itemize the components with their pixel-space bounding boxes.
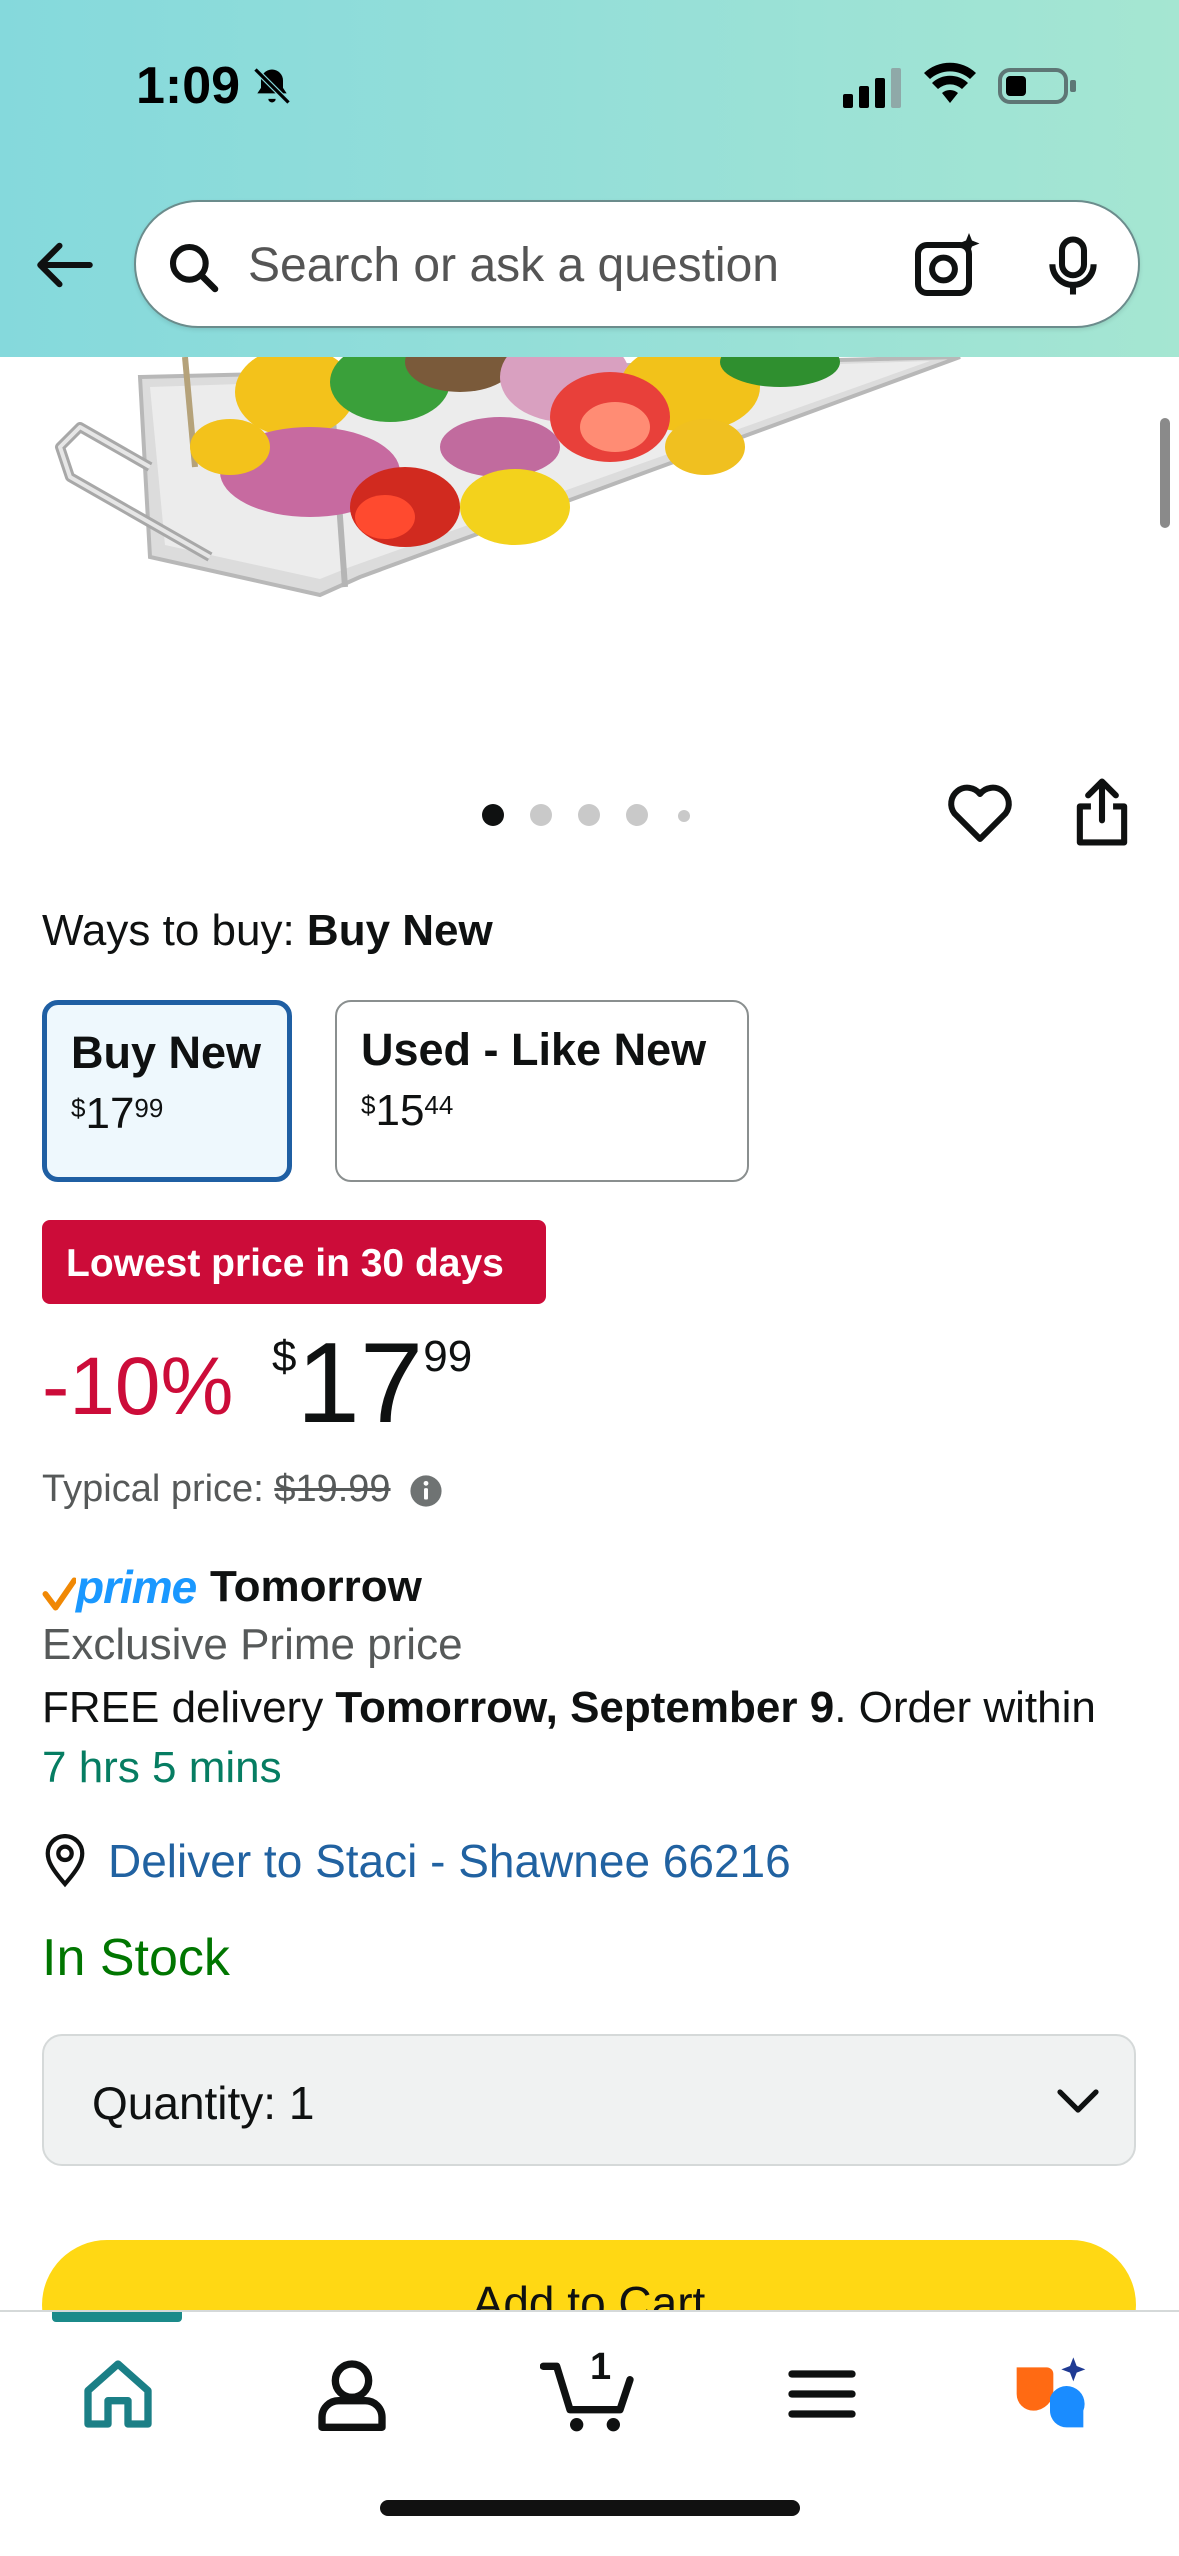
pagination-dot[interactable] xyxy=(530,804,552,826)
prime-logo: prime xyxy=(76,1561,197,1613)
chevron-down-icon xyxy=(1057,2089,1099,2113)
used-like-new-option[interactable]: Used - Like New $1544 xyxy=(335,1000,749,1182)
rufus-assistant-icon[interactable] xyxy=(1010,2354,1090,2434)
deal-badge: Lowest price in 30 days xyxy=(42,1220,546,1304)
menu-icon[interactable] xyxy=(782,2354,862,2434)
quantity-value: 1 xyxy=(288,2077,315,2129)
header: 1:09 Search or ask a question xyxy=(0,0,1179,357)
bottom-tab-bar: 1 xyxy=(0,2310,1179,2556)
product-photo xyxy=(55,357,961,598)
home-icon[interactable] xyxy=(78,2354,158,2434)
pagination-dot[interactable] xyxy=(678,810,690,822)
camera-lens-icon[interactable] xyxy=(912,230,984,302)
ways-to-buy-selected: Buy New xyxy=(306,906,493,955)
price-currency: $ xyxy=(272,1332,297,1381)
product-image[interactable] xyxy=(0,357,1179,757)
price-whole: 17 xyxy=(85,1089,135,1138)
pagination-dot[interactable] xyxy=(626,804,648,826)
back-arrow-icon[interactable] xyxy=(32,232,98,298)
price-fraction: 44 xyxy=(424,1090,454,1120)
search-icon xyxy=(169,243,219,293)
location-pin-icon xyxy=(45,1834,85,1888)
option-price: $1799 xyxy=(71,1089,263,1139)
quantity-label: Quantity: 1 xyxy=(92,2076,314,2130)
price-fraction: 99 xyxy=(134,1093,164,1123)
delivery-free-label: FREE delivery xyxy=(42,1683,324,1732)
delivery-message: FREE delivery Tomorrow, September 9. Ord… xyxy=(42,1678,1122,1798)
option-title: Buy New xyxy=(71,1027,262,1078)
typical-price-label: Typical price: xyxy=(42,1468,264,1510)
typical-price: Typical price: $19.99 xyxy=(42,1468,443,1511)
price-currency: $ xyxy=(361,1090,376,1120)
price-whole: 15 xyxy=(375,1086,425,1135)
battery-icon xyxy=(998,68,1076,104)
current-price: $1799 xyxy=(272,1318,472,1449)
heart-icon[interactable] xyxy=(944,778,1016,846)
scroll-indicator[interactable] xyxy=(1160,418,1170,528)
buy-new-option[interactable]: Buy New $1799 xyxy=(42,1000,292,1182)
typical-price-value: $19.99 xyxy=(274,1468,391,1510)
option-title: Used - Like New xyxy=(361,1024,707,1075)
price-whole: 17 xyxy=(296,1320,424,1447)
price-currency: $ xyxy=(71,1093,86,1123)
account-icon[interactable] xyxy=(312,2354,392,2434)
delivery-countdown: 7 hrs 5 mins xyxy=(42,1743,282,1792)
quantity-label-text: Quantity: xyxy=(92,2077,277,2129)
prime-check-icon xyxy=(42,1577,76,1611)
search-input[interactable]: Search or ask a question xyxy=(248,238,779,293)
prime-delivery-speed: Tomorrow xyxy=(210,1562,422,1611)
cart-count-badge: 1 xyxy=(590,2346,612,2388)
pagination-dot[interactable] xyxy=(578,804,600,826)
discount-percent: -10% xyxy=(42,1341,234,1432)
status-time: 1:09 xyxy=(136,57,241,115)
wifi-icon xyxy=(924,62,976,103)
exclusive-prime-price: Exclusive Prime price xyxy=(42,1620,463,1669)
image-pagination[interactable] xyxy=(482,800,702,830)
delivery-order-within: . Order within xyxy=(834,1683,1096,1732)
pagination-dot-active[interactable] xyxy=(482,804,504,826)
active-tab-indicator xyxy=(52,2312,182,2322)
stock-status: In Stock xyxy=(42,1929,230,1987)
quantity-selector[interactable]: Quantity: 1 xyxy=(42,2034,1136,2166)
ways-to-buy-prefix: Ways to buy: xyxy=(42,906,295,955)
price-fraction: 99 xyxy=(423,1332,473,1381)
cellular-signal-icon xyxy=(843,68,901,108)
share-icon[interactable] xyxy=(1070,776,1134,848)
bell-off-icon xyxy=(253,67,291,105)
search-bar[interactable]: Search or ask a question xyxy=(134,200,1140,328)
delivery-date: Tomorrow, September 9 xyxy=(335,1683,835,1732)
microphone-icon[interactable] xyxy=(1040,232,1106,302)
info-icon[interactable] xyxy=(409,1474,443,1508)
deliver-to-link[interactable]: Deliver to Staci - Shawnee 66216 xyxy=(108,1834,791,1888)
option-price: $1544 xyxy=(361,1086,723,1136)
ways-to-buy-label: Ways to buy: Buy New xyxy=(42,906,493,956)
home-indicator[interactable] xyxy=(380,2500,800,2516)
